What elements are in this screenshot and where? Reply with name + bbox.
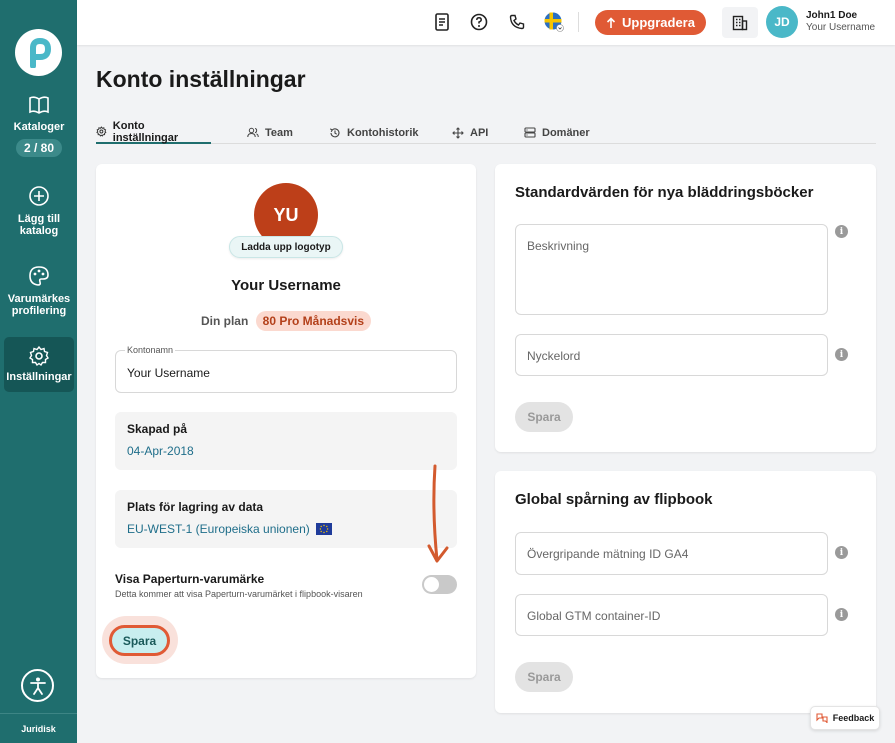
paperturn-logo[interactable] [15,29,62,76]
api-move-icon [452,126,464,139]
sidebar: Kataloger 2 / 80 Lägg till katalog Varum… [0,0,77,743]
created-box: Skapad på 04-Apr-2018 [115,412,457,470]
sweden-flag-icon[interactable] [544,12,564,32]
tab-label: Konto inställningar [112,119,179,144]
gtm-placeholder: Global GTM container-ID [527,609,661,623]
tracking-card: Global spårning av flipbook Övergripande… [495,471,876,713]
info-icon[interactable]: i [835,225,848,238]
user-avatar[interactable]: JD [766,6,798,38]
tab-account-settings[interactable]: Konto inställningar [96,119,211,144]
history-icon [329,127,340,137]
gear-icon [29,345,49,367]
account-username: Your Username [231,277,341,294]
topbar: Uppgradera JD John1 Doe Your Username [77,0,895,45]
palette-icon [29,266,49,286]
tab-label: API [470,126,489,139]
plan-label: Din plan [200,314,249,328]
sidebar-item-label: Inställningar [6,371,72,383]
storage-label: Plats för lagring av data [127,500,264,514]
sidebar-item-kataloger[interactable]: Kataloger 2 / 80 [4,95,74,157]
annotation-arrow-icon [427,464,449,563]
account-card: YU Ladda upp logotyp Your Username Din p… [96,164,476,678]
tab-label: Kontohistorik [347,126,419,139]
feedback-icon [816,713,828,723]
info-icon[interactable]: i [835,608,848,621]
account-name-label: Kontonamn [125,345,176,355]
accessibility-icon [29,677,46,695]
tracking-title: Global spårning av flipbook [515,491,713,508]
sidebar-item-label: Varumärkes profilering [7,293,71,317]
tab-domains[interactable]: Domäner [524,121,590,144]
tab-team[interactable]: Team [247,121,293,144]
upgrade-label: Uppgradera [622,15,695,30]
topbar-divider [578,12,579,32]
logo-p-icon [29,37,51,68]
info-icon[interactable]: i [835,348,848,361]
eu-flag-icon [315,523,332,535]
gtm-input[interactable]: Global GTM container-ID [515,594,828,636]
tab-api[interactable]: API [452,121,488,144]
branding-description: Detta kommer att visa Paperturn-varumärk… [115,589,363,599]
book-icon [29,96,49,114]
tab-account-history[interactable]: Kontohistorik [329,121,419,144]
keywords-placeholder: Nyckelord [527,349,581,363]
ga4-input[interactable]: Övergripande mätning ID GA4 [515,532,828,575]
legal-link[interactable]: Juridisk [0,713,77,734]
accessibility-button[interactable] [21,669,54,702]
keywords-input[interactable]: Nyckelord [515,334,828,376]
plan-badge: 80 Pro Månadsvis [255,311,372,331]
defaults-title: Standardvärden för nya bläddringsböcker [515,184,814,201]
user-subtitle: Your Username [806,22,876,33]
tab-label: Team [265,126,293,139]
gear-icon [96,126,107,137]
info-icon[interactable]: i [835,546,848,559]
help-icon[interactable] [469,12,489,32]
ga4-placeholder: Övergripande mätning ID GA4 [527,547,689,561]
sidebar-item-branding[interactable]: Varumärkes profilering [4,265,74,317]
description-placeholder: Beskrivning [527,239,590,253]
building-icon[interactable] [722,7,758,38]
plus-circle-icon [29,186,49,206]
defaults-save-button[interactable]: Spara [515,402,573,432]
upgrade-button[interactable]: Uppgradera [595,10,706,35]
defaults-card: Standardvärden för nya bläddringsböcker … [495,164,876,452]
document-icon[interactable] [432,12,452,32]
tab-label: Domäner [542,126,590,139]
page-title: Konto inställningar [96,66,306,92]
settings-tabs: Konto inställningar Team Kontohistorik A… [96,119,876,144]
storage-box: Plats för lagring av data EU-WEST-1 (Eur… [115,490,457,548]
sidebar-item-add-catalog[interactable]: Lägg till katalog [4,185,74,237]
branding-label: Visa Paperturn-varumärke [115,572,265,586]
server-icon [524,127,536,138]
catalog-count-badge: 2 / 80 [15,139,63,157]
account-name-field[interactable]: Kontonamn Your Username [115,345,457,393]
storage-value: EU-WEST-1 (Europeiska unionen) [127,522,332,536]
created-label: Skapad på [127,422,188,436]
created-value: 04-Apr-2018 [127,444,194,458]
arrow-up-icon [606,16,616,28]
users-icon [247,127,259,138]
toggle-knob [424,577,439,592]
description-textarea[interactable]: Beskrivning [515,224,828,315]
upload-logo-button[interactable]: Ladda upp logotyp [229,236,343,258]
phone-icon[interactable] [507,12,527,32]
sidebar-item-settings[interactable]: Inställningar [4,337,74,392]
account-save-button[interactable]: Spara [109,625,170,656]
user-name: John1 Doe [806,10,858,21]
account-name-value: Your Username [127,366,210,380]
feedback-button[interactable]: Feedback [810,706,880,730]
feedback-label: Feedback [832,713,875,723]
branding-toggle[interactable] [422,575,457,594]
sidebar-item-label: Lägg till katalog [17,213,61,237]
sidebar-item-label: Kataloger [13,121,65,133]
plan-row: Din plan 80 Pro Månadsvis [96,311,476,331]
tracking-save-button[interactable]: Spara [515,662,573,692]
